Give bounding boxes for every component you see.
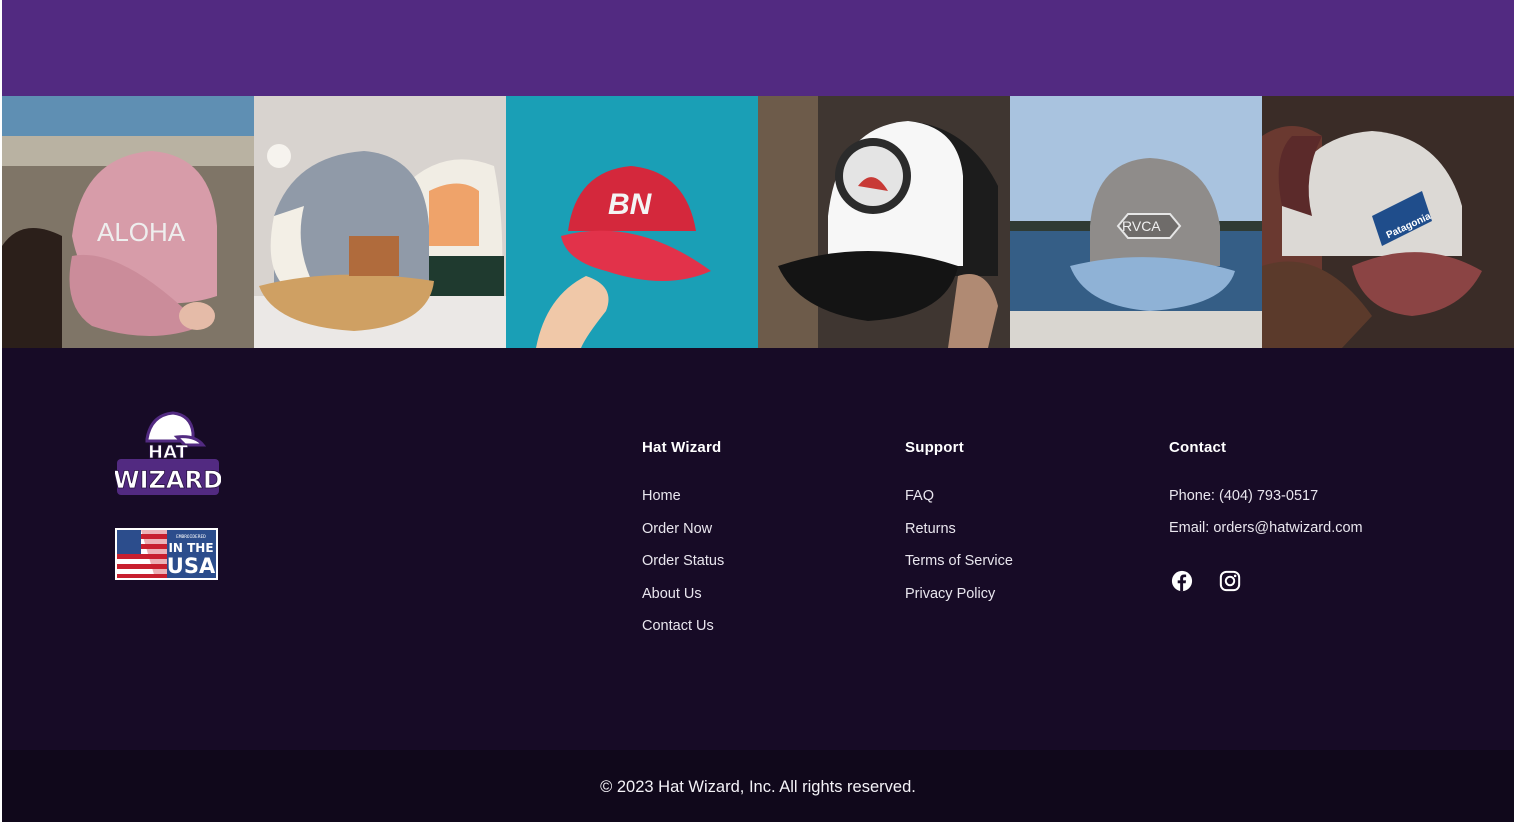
gallery-photo-rvca-hat[interactable]: RVCA [1010,96,1262,348]
footer-link-returns[interactable]: Returns [905,519,1013,552]
gallery-photo-patagonia-hat[interactable]: Patagonia [1262,96,1514,348]
footer-link-faq[interactable]: FAQ [905,486,1013,519]
badge-small-text: EMBROIDERED [176,534,206,540]
embroidered-usa-badge: EMBROIDERED IN THE USA [115,528,218,580]
aloha-hat-text: ALOHA [97,217,186,247]
footer-column-contact: Contact Phone: (404) 793-0517 Email: ord… [1169,438,1363,592]
footer-link-contact-us[interactable]: Contact Us [642,616,724,649]
rvca-hat-text: RVCA [1122,218,1161,234]
copyright-bar: © 2023 Hat Wizard, Inc. All rights reser… [2,750,1514,822]
footer-heading-hat-wizard: Hat Wizard [642,439,722,456]
badge-text-in-the: IN THE [168,541,213,555]
social-links [1171,570,1363,592]
footer-column-hat-wizard: Hat Wizard Home Order Now Order Status A… [642,438,724,649]
footer-column-support: Support FAQ Returns Terms of Service Pri… [905,438,1013,616]
footer-heading-contact: Contact [1169,439,1227,456]
photo-gallery: ALOHA BN RVCA Patagonia [2,96,1514,348]
badge-text-usa: USA [167,554,216,578]
gallery-photo-trucker-hat[interactable] [758,96,1010,348]
gallery-photo-aloha-hat[interactable]: ALOHA [2,96,254,348]
instagram-icon[interactable] [1219,570,1241,592]
footer-links-support: FAQ Returns Terms of Service Privacy Pol… [905,486,1013,616]
footer-link-privacy-policy[interactable]: Privacy Policy [905,584,1013,617]
footer-heading-support: Support [905,439,964,456]
facebook-icon[interactable] [1171,570,1193,592]
contact-email[interactable]: Email: orders@hatwizard.com [1169,518,1363,550]
footer-link-order-status[interactable]: Order Status [642,551,724,584]
copyright-text: © 2023 Hat Wizard, Inc. All rights reser… [600,778,916,796]
gallery-photo-red-bn-hat[interactable]: BN [506,96,758,348]
site-footer: HAT WIZARD EMBROIDERED IN THE USA Hat Wi… [2,348,1514,750]
gallery-photo-leather-patch-hats[interactable] [254,96,506,348]
footer-link-about-us[interactable]: About Us [642,584,724,617]
logo-text-wizard: WIZARD [115,466,221,494]
footer-link-terms-of-service[interactable]: Terms of Service [905,551,1013,584]
footer-link-order-now[interactable]: Order Now [642,519,724,552]
top-banner-band [2,0,1514,96]
footer-link-home[interactable]: Home [642,486,724,519]
hat-wizard-logo[interactable]: HAT WIZARD [113,411,223,497]
footer-links-hat-wizard: Home Order Now Order Status About Us Con… [642,486,724,649]
contact-phone[interactable]: Phone: (404) 793-0517 [1169,486,1363,518]
bn-hat-text: BN [608,188,653,221]
logo-text-hat: HAT [148,442,189,463]
